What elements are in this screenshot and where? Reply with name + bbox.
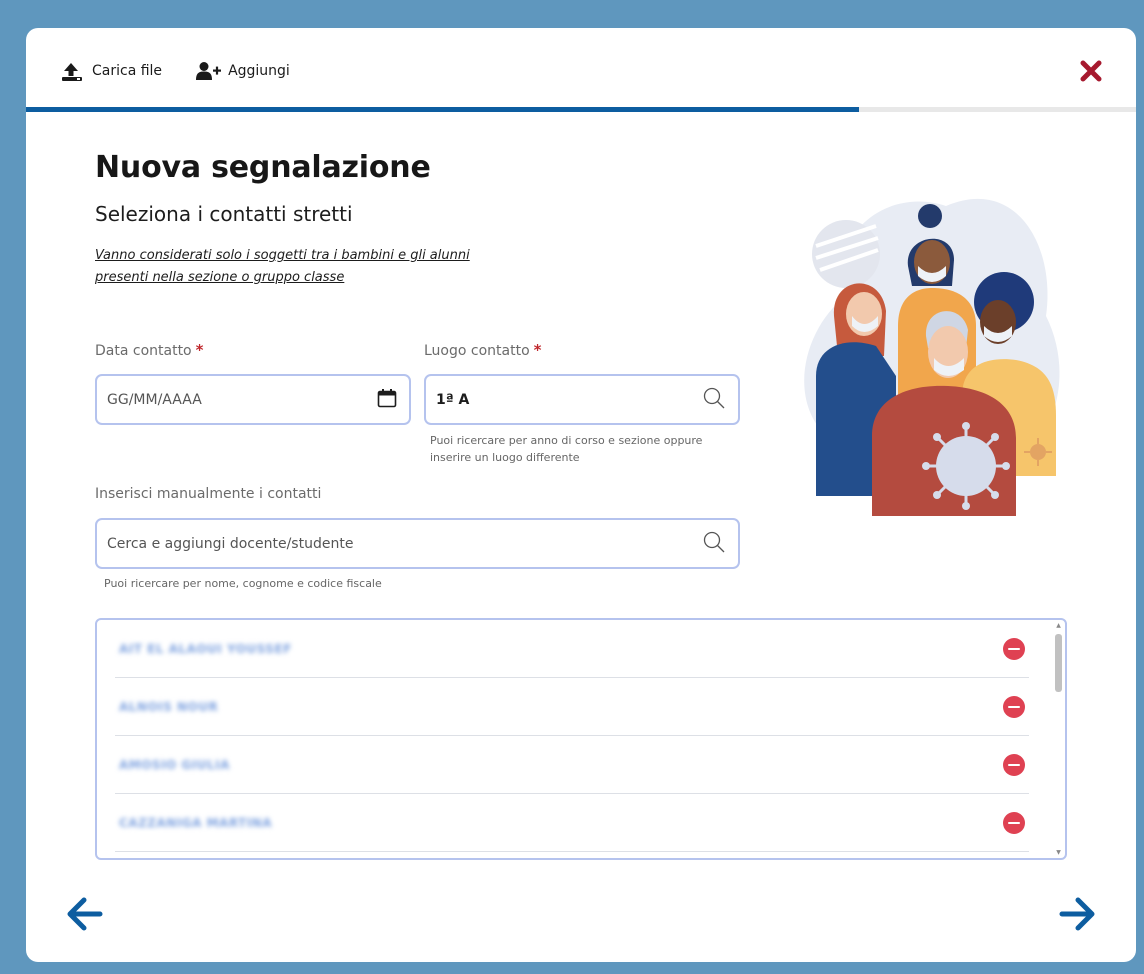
place-contact-field[interactable] <box>424 374 740 425</box>
arrow-right-icon <box>1059 897 1095 931</box>
place-contact-label-text: Luogo contatto <box>424 343 530 359</box>
remove-icon[interactable] <box>1003 637 1025 660</box>
close-button[interactable] <box>1078 58 1104 84</box>
required-mark: * <box>533 341 542 359</box>
contact-row: CAZZANIGA MARTINA <box>115 794 1029 852</box>
date-contact-field[interactable] <box>95 374 411 425</box>
search-icon[interactable] <box>702 530 726 558</box>
add-contact-label: Aggiungi <box>228 63 290 79</box>
manual-contacts-help: Puoi ricercare per nome, cognome e codic… <box>104 577 382 590</box>
contact-row: AIT EL ALAOUI YOUSSEF <box>115 620 1029 678</box>
search-icon[interactable] <box>702 386 726 414</box>
upload-file-label: Carica file <box>92 63 163 79</box>
add-user-icon <box>196 61 222 81</box>
place-contact-label: Luogo contatto * <box>424 341 542 359</box>
close-icon <box>1080 60 1102 82</box>
remove-icon[interactable] <box>1003 753 1025 776</box>
manual-contacts-label: Inserisci manualmente i contatti <box>95 486 322 502</box>
arrow-left-icon <box>67 897 103 931</box>
page-title: Nuova segnalazione <box>95 150 431 185</box>
scroll-down-icon[interactable]: ▼ <box>1055 849 1062 856</box>
upload-icon <box>60 60 86 82</box>
contact-name: AMOSIO GIULIA <box>119 757 230 772</box>
page-note-line-2: presenti nella sezione o gruppo classe <box>95 270 345 285</box>
modal: Carica file Aggiungi Nuova segnalazione … <box>26 28 1136 962</box>
toolbar: Carica file Aggiungi <box>60 58 324 84</box>
page-note-line-1: Vanno considerati solo i soggetti tra i … <box>95 248 470 263</box>
place-contact-help-line-1: Puoi ricercare per anno di corso e sezio… <box>430 434 703 447</box>
place-contact-input[interactable] <box>436 391 702 408</box>
date-contact-label-text: Data contatto <box>95 343 192 359</box>
required-mark: * <box>195 341 204 359</box>
upload-file-button[interactable]: Carica file <box>60 60 162 82</box>
page-subtitle: Seleziona i contatti stretti <box>95 202 353 226</box>
contact-name: ALNOIS NOUR <box>119 699 219 714</box>
remove-icon[interactable] <box>1003 695 1025 718</box>
manual-contacts-field[interactable] <box>95 518 740 569</box>
date-contact-label: Data contatto * <box>95 341 204 359</box>
contact-name: CAZZANIGA MARTINA <box>119 815 273 830</box>
place-contact-help-line-2: inserire un luogo differente <box>430 451 580 464</box>
page-note: Vanno considerati solo i soggetti tra i … <box>95 245 535 289</box>
scroll-up-icon[interactable]: ▲ <box>1055 622 1062 629</box>
next-step-button[interactable] <box>1058 896 1098 936</box>
manual-contacts-search-input[interactable] <box>107 535 702 552</box>
contact-name: AIT EL ALAOUI YOUSSEF <box>119 641 292 656</box>
place-contact-help: Puoi ricercare per anno di corso e sezio… <box>430 432 702 466</box>
list-scrollbar[interactable]: ▲ ▼ <box>1054 622 1063 856</box>
scroll-thumb[interactable] <box>1055 634 1062 692</box>
contact-list[interactable]: AIT EL ALAOUI YOUSSEF ALNOIS NOUR AMOSIO… <box>95 618 1067 860</box>
add-contact-button[interactable]: Aggiungi <box>196 61 290 81</box>
remove-icon[interactable] <box>1003 811 1025 834</box>
people-with-masks-illustration <box>786 176 1066 516</box>
contact-row: AMOSIO GIULIA <box>115 736 1029 794</box>
date-contact-input[interactable] <box>107 391 377 408</box>
progress-bar <box>26 107 1136 112</box>
progress-bar-fill <box>26 107 859 112</box>
previous-step-button[interactable] <box>64 896 104 936</box>
contact-row: ALNOIS NOUR <box>115 678 1029 736</box>
calendar-icon[interactable] <box>377 388 397 412</box>
